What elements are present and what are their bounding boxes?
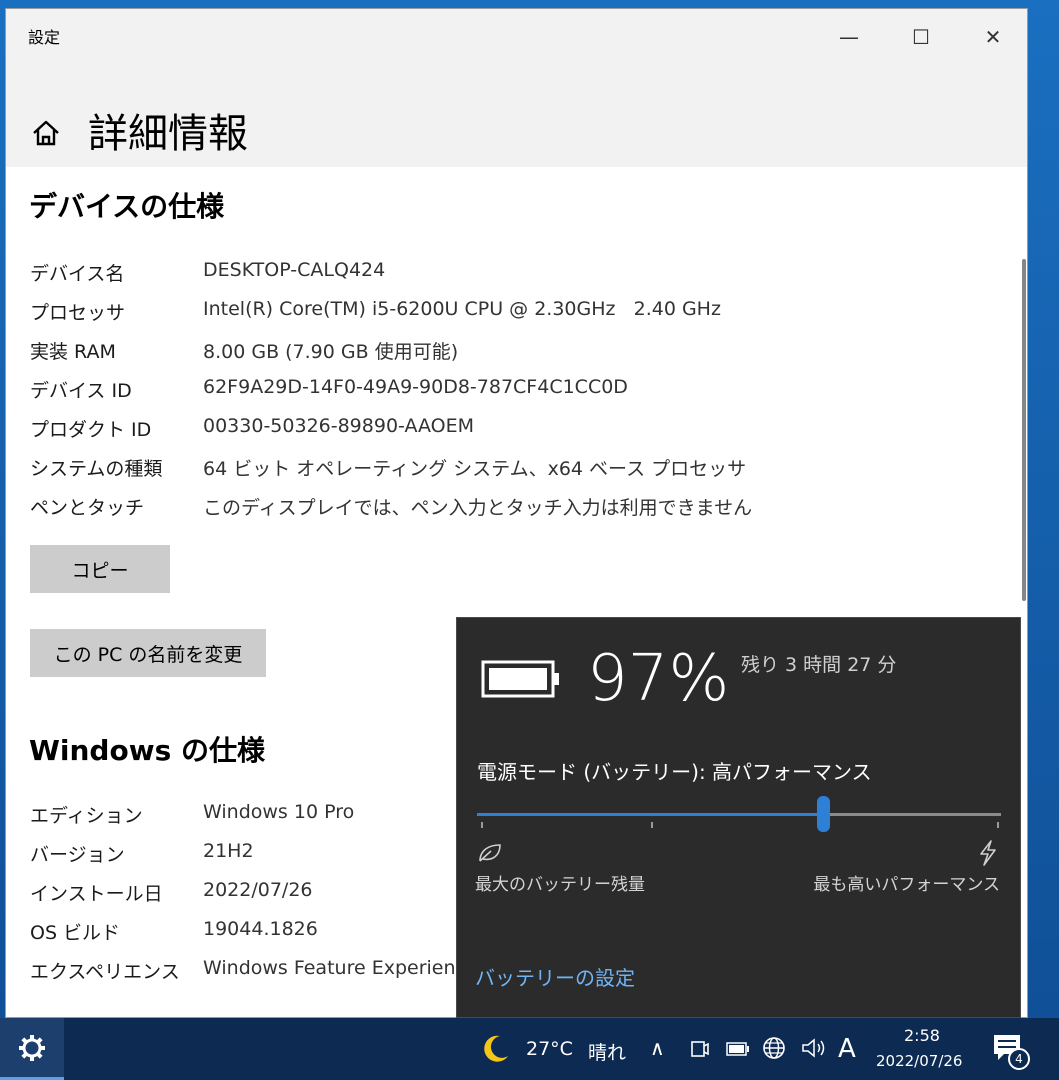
max-battery-label: 最大のバッテリー残量	[475, 875, 645, 895]
notification-count-badge: 4	[1008, 1048, 1030, 1070]
spec-label: インストール日	[30, 883, 163, 905]
spec-label: 実装 RAM	[30, 341, 116, 363]
battery-settings-link[interactable]: バッテリーの設定	[475, 962, 635, 991]
spec-value: DESKTOP-CALQ424	[203, 259, 386, 281]
close-button[interactable]: ✕	[970, 17, 1016, 57]
spec-row-device-name: デバイス名 DESKTOP-CALQ424	[30, 259, 790, 293]
spec-row-system-type: システムの種類 64 ビット オペレーティング システム、x64 ベース プロセ…	[30, 454, 790, 488]
page-title: 詳細情報	[88, 111, 248, 157]
spec-label: システムの種類	[30, 458, 163, 480]
clock-date[interactable]: 2022/07/26	[876, 1052, 962, 1070]
battery-percent: 97%	[587, 642, 730, 716]
spec-row-ram: 実装 RAM 8.00 GB (7.90 GB 使用可能)	[30, 337, 790, 371]
page-header: 詳細情報	[6, 61, 1027, 167]
volume-icon[interactable]	[800, 1036, 828, 1060]
meet-now-icon[interactable]	[690, 1038, 710, 1060]
clock-time[interactable]: 2:58	[904, 1026, 940, 1045]
spec-label: デバイス名	[30, 263, 125, 285]
spec-label: デバイス ID	[30, 380, 132, 402]
spec-label: ペンとタッチ	[30, 497, 145, 519]
home-icon[interactable]	[30, 117, 62, 149]
spec-label: プロダクト ID	[30, 419, 152, 441]
power-mode-slider[interactable]	[475, 796, 1003, 832]
title-bar: 設定 — ☐ ✕	[6, 9, 1027, 61]
spec-value: 19044.1826	[203, 918, 318, 940]
spec-label: エクスペリエンス	[30, 961, 180, 983]
spec-value: 00330-50326-89890-AAOEM	[203, 415, 475, 437]
spec-value: 8.00 GB (7.90 GB 使用可能)	[203, 341, 459, 363]
spec-value: Intel(R) Core(TM) i5-6200U CPU @ 2.30GHz…	[203, 298, 721, 320]
spec-label: プロセッサ	[30, 302, 126, 324]
spec-label: バージョン	[30, 844, 125, 866]
spec-value: Windows Feature Experien	[203, 957, 456, 979]
taskbar: 27°C 晴れ ∧ A 2:58 2022/07/26 4	[0, 1018, 1059, 1080]
spec-value: 64 ビット オペレーティング システム、x64 ベース プロセッサ	[203, 458, 747, 480]
spec-value: 21H2	[203, 840, 254, 862]
slider-thumb[interactable]	[816, 796, 830, 832]
minimize-button[interactable]: —	[826, 17, 872, 57]
slider-tick	[997, 822, 999, 828]
weather-condition[interactable]: 晴れ	[588, 1038, 626, 1065]
gear-icon	[19, 1035, 45, 1061]
device-spec-heading: デバイスの仕様	[29, 190, 225, 223]
spec-row-processor: プロセッサ Intel(R) Core(TM) i5-6200U CPU @ 2…	[30, 298, 790, 332]
spec-value: このディスプレイでは、ペン入力とタッチ入力は利用できません	[203, 497, 753, 519]
slider-tick	[651, 822, 653, 828]
spec-value: Windows 10 Pro	[203, 801, 355, 823]
slider-tick	[481, 822, 483, 828]
best-performance-label: 最も高いパフォーマンス	[813, 875, 1000, 895]
show-hidden-icons-chevron-icon[interactable]: ∧	[650, 1036, 665, 1060]
power-mode-label: 電源モード (バッテリー): 高パフォーマンス	[477, 760, 872, 784]
battery-remaining: 残り 3 時間 27 分	[741, 654, 897, 676]
spec-value: 62F9A29D-14F0-49A9-90D8-787CF4C1CC0D	[203, 376, 628, 398]
spec-label: エディション	[30, 805, 143, 827]
spec-row-pen-touch: ペンとタッチ このディスプレイでは、ペン入力とタッチ入力は利用できません	[30, 493, 790, 527]
battery-saver-leaf-icon	[479, 844, 501, 862]
weather-temperature[interactable]: 27°C	[526, 1038, 573, 1060]
battery-flyout: 97% 残り 3 時間 27 分 電源モード (バッテリー): 高パフォーマンス…	[456, 617, 1021, 1018]
spec-value: 2022/07/26	[203, 879, 313, 901]
window-title: 設定	[28, 28, 61, 47]
moon-icon[interactable]	[478, 1032, 512, 1066]
spec-label: OS ビルド	[30, 922, 121, 944]
battery-tray-icon[interactable]	[726, 1042, 750, 1056]
taskbar-settings-app[interactable]	[0, 1018, 64, 1080]
copy-button[interactable]: コピー	[30, 545, 170, 593]
performance-bolt-icon	[980, 840, 996, 866]
rename-pc-button[interactable]: この PC の名前を変更	[30, 629, 266, 677]
windows-spec-heading: Windows の仕様	[29, 734, 265, 767]
slider-fill	[477, 813, 823, 816]
spec-row-product-id: プロダクト ID 00330-50326-89890-AAOEM	[30, 415, 790, 449]
spec-row-device-id: デバイス ID 62F9A29D-14F0-49A9-90D8-787CF4C1…	[30, 376, 790, 410]
maximize-button[interactable]: ☐	[898, 17, 944, 57]
battery-icon	[481, 660, 559, 698]
network-globe-icon[interactable]	[762, 1036, 788, 1062]
ime-mode-indicator[interactable]: A	[838, 1034, 856, 1064]
scrollbar[interactable]	[1022, 259, 1026, 601]
